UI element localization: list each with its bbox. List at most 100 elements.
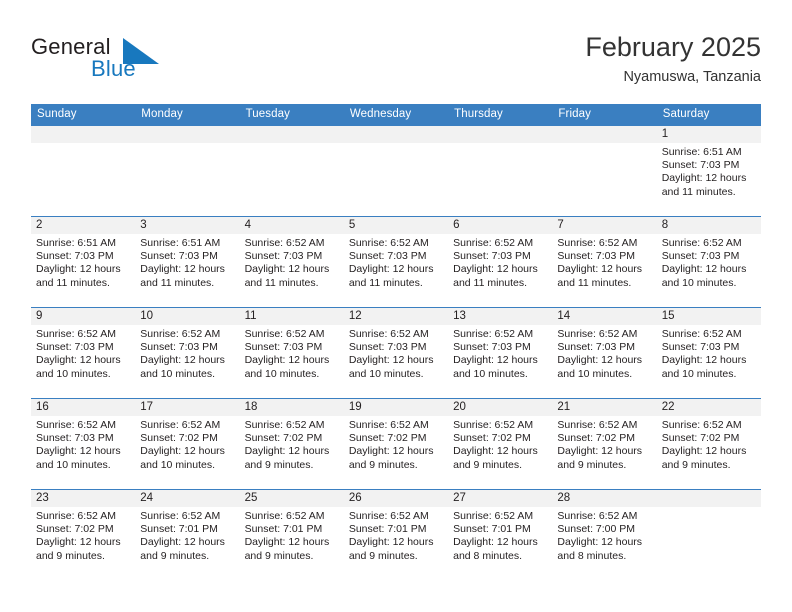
sunrise-text: Sunrise: 6:52 AM (244, 237, 325, 249)
day-number (552, 126, 657, 143)
day-cell[interactable]: 18 Sunrise: 6:52 AM Sunset: 7:02 PM Dayl… (239, 398, 344, 490)
day-details: Sunrise: 6:52 AM Sunset: 7:01 PM Dayligh… (344, 507, 448, 563)
day-number: 2 (31, 217, 136, 234)
day-number (239, 126, 344, 143)
day-cell[interactable] (343, 125, 449, 217)
daylight-text-line1: Daylight: 12 hours (453, 354, 538, 367)
day-cell[interactable]: 22 Sunrise: 6:52 AM Sunset: 7:02 PM Dayl… (656, 398, 761, 490)
day-cell[interactable]: 5 Sunrise: 6:52 AM Sunset: 7:03 PM Dayli… (343, 216, 449, 308)
sunset-text: Sunset: 7:01 PM (453, 523, 531, 536)
day-cell[interactable]: 4 Sunrise: 6:52 AM Sunset: 7:03 PM Dayli… (239, 216, 344, 308)
day-cell[interactable]: 25 Sunrise: 6:52 AM Sunset: 7:01 PM Dayl… (239, 489, 344, 580)
day-cell[interactable] (656, 489, 761, 580)
day-cell[interactable]: 14 Sunrise: 6:52 AM Sunset: 7:03 PM Dayl… (552, 307, 657, 399)
day-cell[interactable]: 26 Sunrise: 6:52 AM Sunset: 7:01 PM Dayl… (343, 489, 449, 580)
calendar-week-row: 2 Sunrise: 6:51 AM Sunset: 7:03 PM Dayli… (31, 216, 761, 308)
sunrise-text: Sunrise: 6:52 AM (36, 419, 116, 431)
sunrise-text: Sunrise: 6:52 AM (348, 419, 429, 431)
sunrise-text: Sunrise: 6:52 AM (244, 328, 325, 340)
calendar-table: Sunday Monday Tuesday Wednesday Thursday… (31, 104, 761, 580)
page-header: General Blue February 2025 Nyamuswa, Tan… (31, 30, 761, 92)
day-cell[interactable] (552, 125, 657, 217)
day-cell[interactable]: 2 Sunrise: 6:51 AM Sunset: 7:03 PM Dayli… (31, 216, 136, 308)
day-cell[interactable]: 11 Sunrise: 6:52 AM Sunset: 7:03 PM Dayl… (239, 307, 344, 399)
daylight-text-line2: and 8 minutes. (453, 549, 523, 562)
day-details: Sunrise: 6:52 AM Sunset: 7:03 PM Dayligh… (448, 234, 552, 290)
sunrise-text: Sunrise: 6:52 AM (244, 510, 325, 522)
day-number: 21 (552, 399, 657, 416)
day-number: 3 (135, 217, 240, 234)
day-cell[interactable]: 6 Sunrise: 6:52 AM Sunset: 7:03 PM Dayli… (448, 216, 553, 308)
day-details: Sunrise: 6:52 AM Sunset: 7:02 PM Dayligh… (657, 416, 761, 472)
sunset-text: Sunset: 7:03 PM (557, 250, 636, 263)
day-cell[interactable]: 20 Sunrise: 6:52 AM Sunset: 7:02 PM Dayl… (448, 398, 553, 490)
weekday-header-thursday: Thursday (448, 104, 553, 126)
calendar-week-row: 23 Sunrise: 6:52 AM Sunset: 7:02 PM Dayl… (31, 489, 761, 580)
day-number (31, 126, 136, 143)
day-number: 19 (343, 399, 449, 416)
sunset-text: Sunset: 7:02 PM (453, 432, 531, 445)
day-cell[interactable]: 27 Sunrise: 6:52 AM Sunset: 7:01 PM Dayl… (448, 489, 553, 580)
daylight-text-line2: and 10 minutes. (453, 367, 528, 380)
sunrise-text: Sunrise: 6:52 AM (453, 328, 534, 340)
sunrise-text: Sunrise: 6:52 AM (453, 237, 534, 249)
daylight-text-line1: Daylight: 12 hours (557, 354, 643, 367)
daylight-text-line2: and 10 minutes. (140, 458, 215, 471)
day-cell[interactable]: 19 Sunrise: 6:52 AM Sunset: 7:02 PM Dayl… (343, 398, 449, 490)
day-number: 25 (239, 490, 344, 507)
weekday-header-sunday: Sunday (31, 104, 136, 126)
day-cell[interactable]: 8 Sunrise: 6:52 AM Sunset: 7:03 PM Dayli… (656, 216, 761, 308)
daylight-text-line2: and 9 minutes. (348, 458, 418, 471)
day-cell[interactable]: 24 Sunrise: 6:52 AM Sunset: 7:01 PM Dayl… (135, 489, 240, 580)
day-cell[interactable]: 17 Sunrise: 6:52 AM Sunset: 7:02 PM Dayl… (135, 398, 240, 490)
day-cell[interactable] (239, 125, 344, 217)
day-cell[interactable]: 9 Sunrise: 6:52 AM Sunset: 7:03 PM Dayli… (31, 307, 136, 399)
day-cell[interactable]: 12 Sunrise: 6:52 AM Sunset: 7:03 PM Dayl… (343, 307, 449, 399)
day-details: Sunrise: 6:52 AM Sunset: 7:02 PM Dayligh… (552, 416, 656, 472)
day-cell[interactable]: 13 Sunrise: 6:52 AM Sunset: 7:03 PM Dayl… (448, 307, 553, 399)
day-number: 7 (552, 217, 657, 234)
day-cell[interactable]: 7 Sunrise: 6:52 AM Sunset: 7:03 PM Dayli… (552, 216, 657, 308)
daylight-text-line2: and 10 minutes. (140, 367, 215, 380)
day-details (552, 143, 656, 146)
day-cell[interactable]: 10 Sunrise: 6:52 AM Sunset: 7:03 PM Dayl… (135, 307, 240, 399)
daylight-text-line1: Daylight: 12 hours (36, 445, 121, 458)
day-cell[interactable]: 23 Sunrise: 6:52 AM Sunset: 7:02 PM Dayl… (31, 489, 136, 580)
daylight-text-line2: and 10 minutes. (348, 367, 424, 380)
daylight-text-line2: and 10 minutes. (36, 458, 111, 471)
day-cell[interactable] (31, 125, 136, 217)
day-number (448, 126, 553, 143)
daylight-text-line2: and 11 minutes. (661, 185, 736, 198)
day-number: 10 (135, 308, 240, 325)
brand-logo[interactable]: General Blue (31, 32, 181, 88)
sunrise-text: Sunrise: 6:52 AM (453, 510, 534, 522)
day-cell[interactable]: 21 Sunrise: 6:52 AM Sunset: 7:02 PM Dayl… (552, 398, 657, 490)
day-details: Sunrise: 6:52 AM Sunset: 7:03 PM Dayligh… (31, 416, 135, 472)
day-details (31, 143, 135, 146)
sunrise-text: Sunrise: 6:52 AM (36, 328, 116, 340)
day-number: 23 (31, 490, 136, 507)
day-details (657, 507, 761, 510)
daylight-text-line1: Daylight: 12 hours (453, 445, 538, 458)
day-number: 27 (448, 490, 553, 507)
day-cell[interactable]: 16 Sunrise: 6:52 AM Sunset: 7:03 PM Dayl… (31, 398, 136, 490)
calendar-body: 1 Sunrise: 6:51 AM Sunset: 7:03 PM Dayli… (31, 125, 761, 580)
day-details (344, 143, 448, 146)
day-cell[interactable] (135, 125, 240, 217)
day-cell[interactable]: 15 Sunrise: 6:52 AM Sunset: 7:03 PM Dayl… (656, 307, 761, 399)
sunset-text: Sunset: 7:03 PM (661, 250, 740, 263)
sunset-text: Sunset: 7:02 PM (244, 432, 323, 445)
day-cell[interactable]: 1 Sunrise: 6:51 AM Sunset: 7:03 PM Dayli… (656, 125, 761, 217)
day-cell[interactable]: 28 Sunrise: 6:52 AM Sunset: 7:00 PM Dayl… (552, 489, 657, 580)
sunset-text: Sunset: 7:03 PM (244, 341, 323, 354)
calendar-page: General Blue February 2025 Nyamuswa, Tan… (0, 0, 792, 612)
day-details (240, 143, 344, 146)
sunset-text: Sunset: 7:03 PM (36, 432, 114, 445)
daylight-text-line2: and 11 minutes. (557, 276, 632, 289)
sunrise-text: Sunrise: 6:52 AM (140, 328, 221, 340)
daylight-text-line1: Daylight: 12 hours (36, 536, 121, 549)
daylight-text-line1: Daylight: 12 hours (244, 354, 330, 367)
day-cell[interactable] (448, 125, 553, 217)
day-cell[interactable]: 3 Sunrise: 6:51 AM Sunset: 7:03 PM Dayli… (135, 216, 240, 308)
day-details: Sunrise: 6:52 AM Sunset: 7:02 PM Dayligh… (31, 507, 135, 563)
